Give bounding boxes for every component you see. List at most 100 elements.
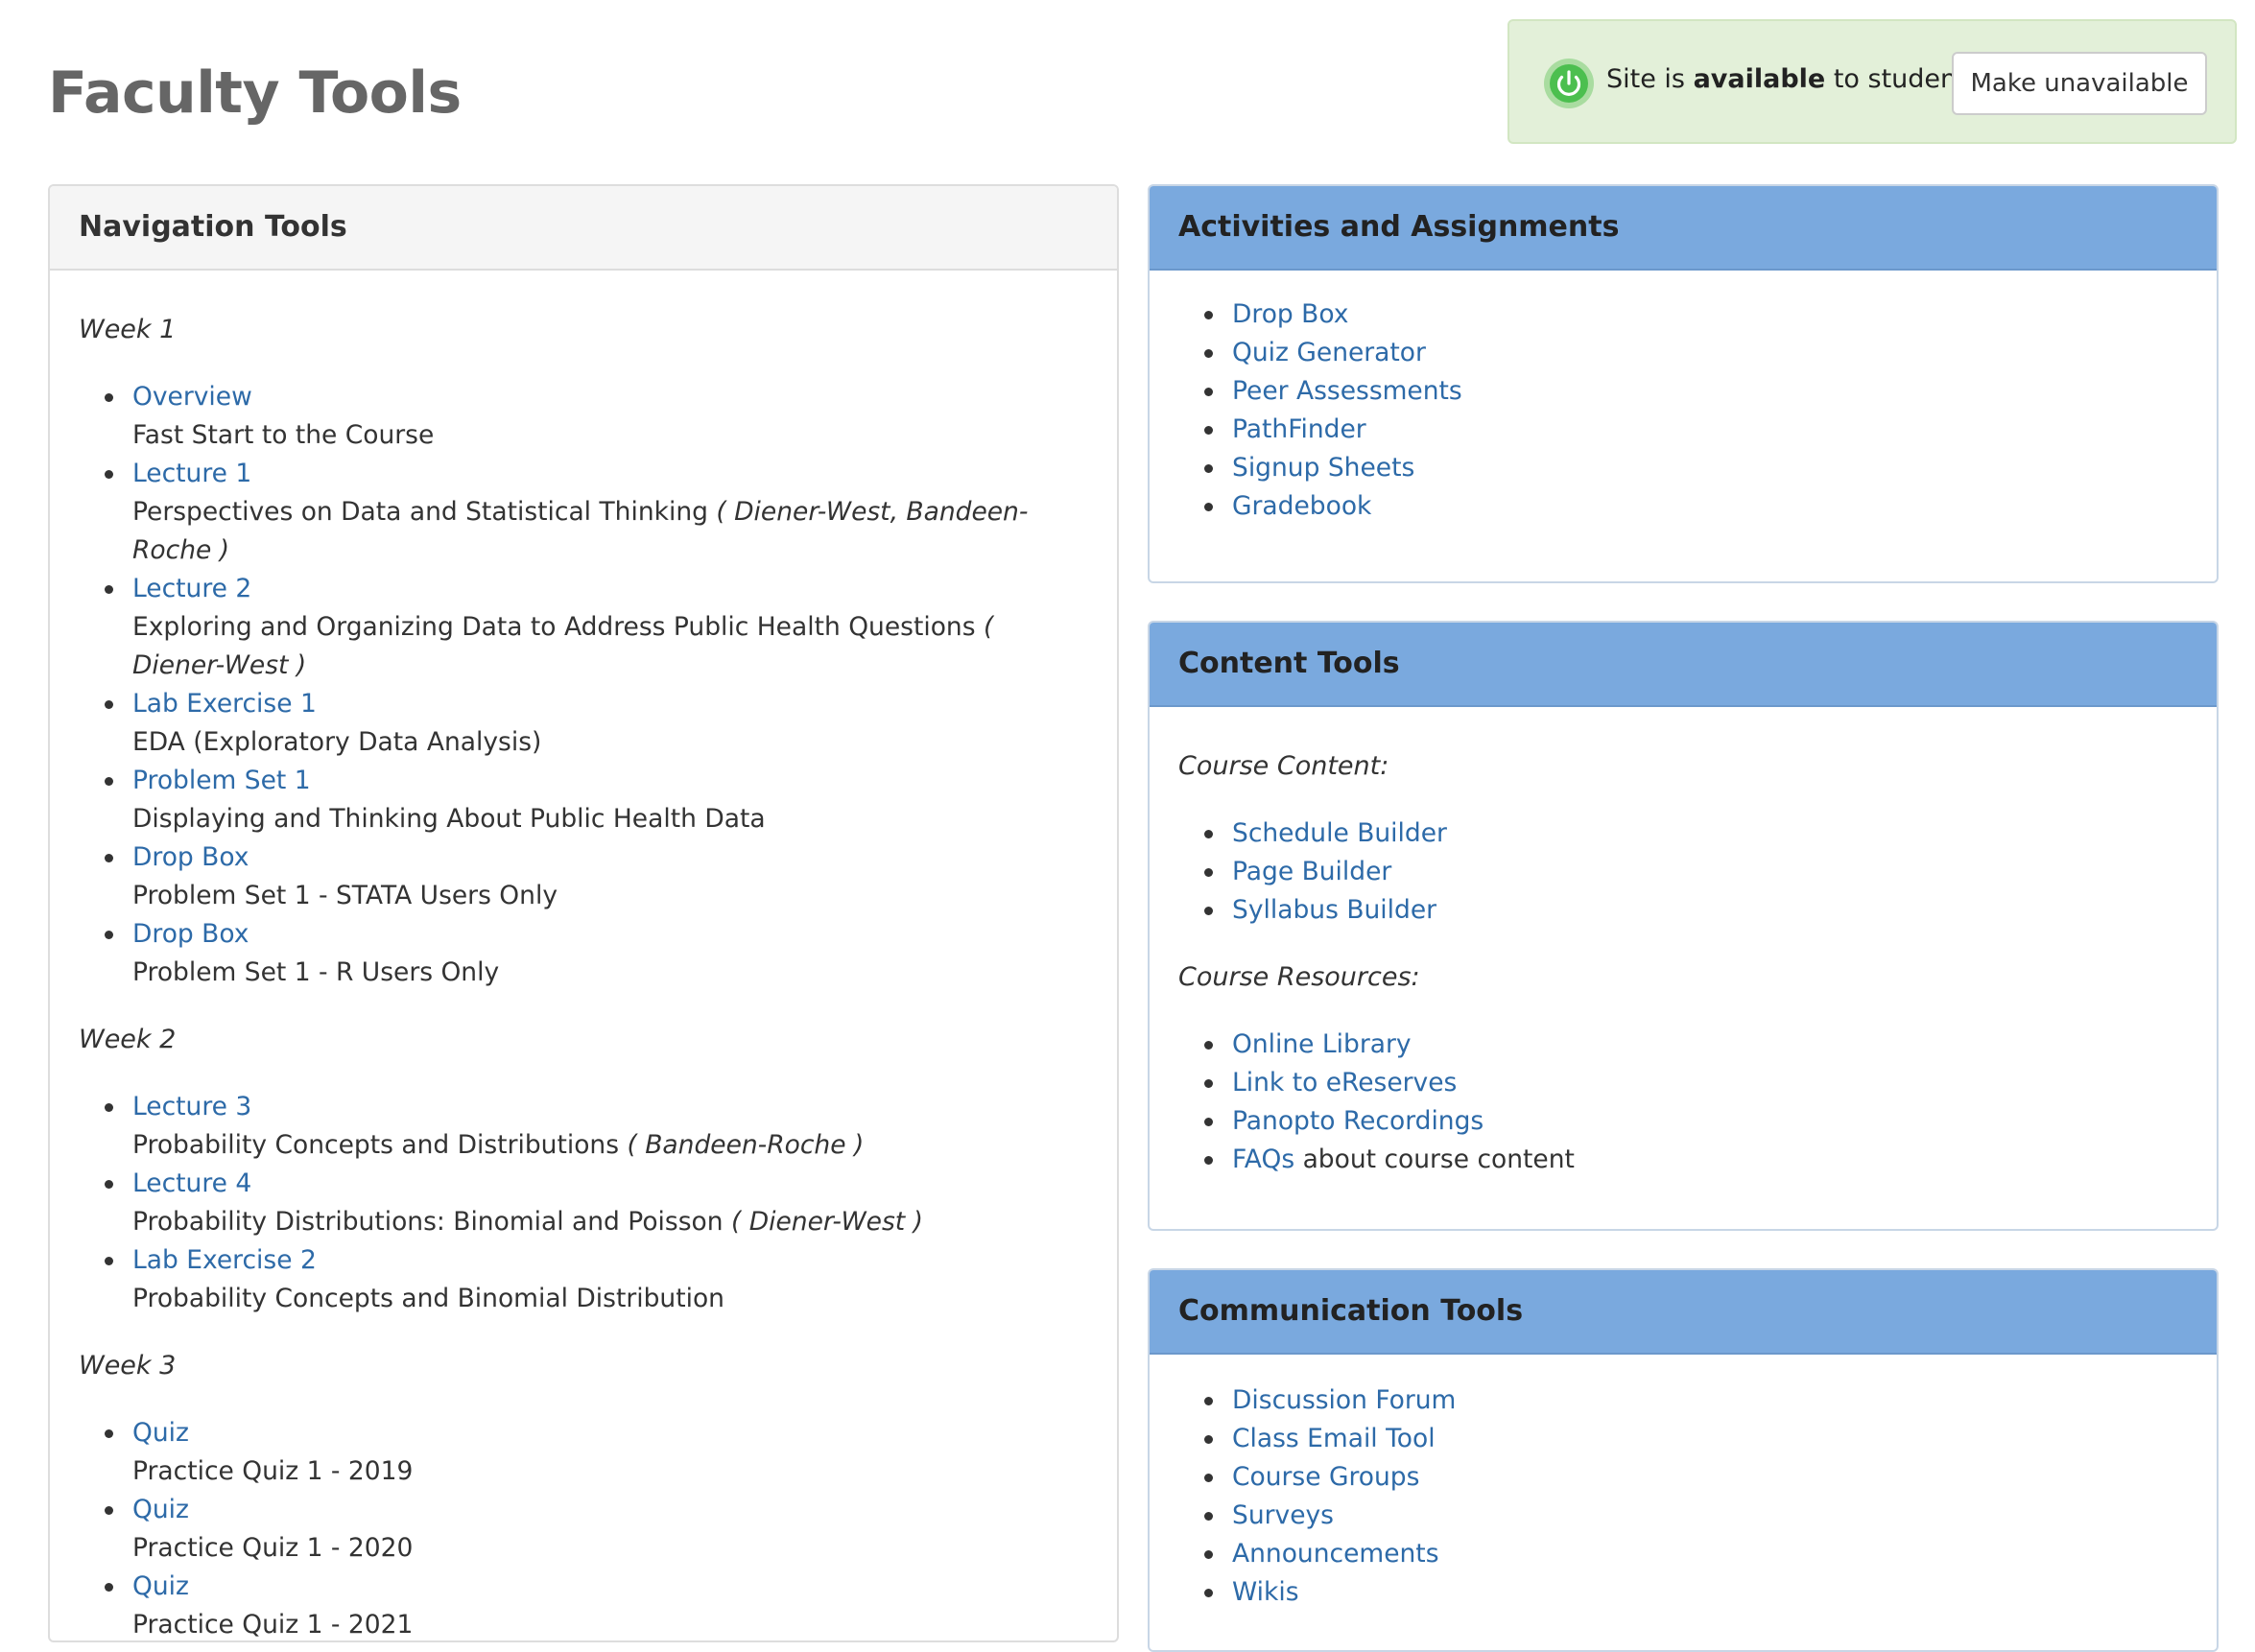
list-item: Overview Fast Start to the Course [105, 378, 1088, 455]
link-to-ereserves-link[interactable]: Link to eReserves [1232, 1068, 1457, 1097]
item-description: Displaying and Thinking About Public Hea… [132, 804, 766, 834]
drop-box-link[interactable]: Drop Box [1232, 299, 1348, 329]
communication-tools-panel: Communication Tools Discussion Forum Clas… [1148, 1268, 2219, 1652]
item-description: Probability Concepts and Distributions [132, 1130, 620, 1160]
announcements-link[interactable]: Announcements [1232, 1539, 1439, 1569]
activities-heading: Activities and Assignments [1150, 186, 2217, 271]
list-item: Drop Box [1204, 295, 2188, 334]
list-item: Class Email Tool [1204, 1420, 2188, 1458]
navigation-tools-body: Week 1 Overview Fast Start to the Course Le… [50, 311, 1117, 1640]
lecture-2-link[interactable]: Lecture 2 [132, 574, 251, 603]
wikis-link[interactable]: Wikis [1232, 1577, 1299, 1607]
lab-exercise-1-link[interactable]: Lab Exercise 1 [132, 689, 317, 719]
faq-list: FAQs about course content [1178, 1141, 2188, 1179]
list-item: Drop Box Problem Set 1 - STATA Users Only [105, 838, 1088, 915]
pathfinder-link[interactable]: PathFinder [1232, 414, 1366, 444]
week-item-list: Quiz Practice Quiz 1 - 2019 Quiz Practice Q… [79, 1414, 1088, 1640]
list-item: Drop Box Problem Set 1 - R Users Only [105, 915, 1088, 992]
list-item: PathFinder [1204, 411, 2188, 449]
list-item: Peer Assessments [1204, 372, 2188, 411]
lab-exercise-2-link[interactable]: Lab Exercise 2 [132, 1245, 317, 1275]
communication-tools-body: Discussion Forum Class Email Tool Course G… [1150, 1355, 2217, 1612]
item-authors: ( Diener-West ) [730, 1207, 923, 1237]
list-item: Page Builder [1204, 853, 2188, 891]
list-item: Quiz Practice Quiz 1 - 2021 [105, 1568, 1088, 1640]
item-description: Problem Set 1 - STATA Users Only [132, 881, 558, 910]
drop-box-link[interactable]: Drop Box [132, 919, 249, 949]
item-description: Probability Distributions: Binomial and … [132, 1207, 724, 1237]
quiz-link[interactable]: Quiz [132, 1571, 189, 1601]
week-label: Week 2 [79, 1025, 177, 1054]
faqs-link[interactable]: FAQs [1232, 1145, 1294, 1174]
class-email-tool-link[interactable]: Class Email Tool [1232, 1424, 1436, 1453]
availability-status: available [1693, 64, 1826, 94]
communication-tools-heading: Communication Tools [1150, 1270, 2217, 1355]
list-item: Course Groups [1204, 1458, 2188, 1497]
problem-set-1-link[interactable]: Problem Set 1 [132, 766, 311, 795]
item-description: Practice Quiz 1 - 2020 [132, 1533, 414, 1563]
content-tools-heading: Content Tools [1150, 623, 2217, 707]
list-item: Lecture 2 Exploring and Organizing Data t… [105, 570, 1088, 685]
communication-list: Discussion Forum Class Email Tool Course G… [1178, 1381, 2188, 1612]
list-item: Online Library [1204, 1026, 2188, 1064]
content-tools-panel: Content Tools Course Content: Schedule B… [1148, 621, 2219, 1231]
list-item: Wikis [1204, 1573, 2188, 1612]
item-description: Practice Quiz 1 - 2019 [132, 1456, 414, 1486]
lecture-4-link[interactable]: Lecture 4 [132, 1168, 251, 1198]
power-icon [1544, 59, 1594, 108]
signup-sheets-link[interactable]: Signup Sheets [1232, 453, 1414, 483]
item-description: EDA (Exploratory Data Analysis) [132, 727, 542, 757]
item-description: Practice Quiz 1 - 2021 [132, 1610, 414, 1640]
overview-link[interactable]: Overview [132, 382, 252, 412]
drop-box-link[interactable]: Drop Box [132, 842, 249, 872]
navigation-tools-panel: Navigation Tools Week 1 Overview Fast Star… [48, 184, 1119, 1642]
activities-body: Drop Box Quiz Generator Peer Assessments Pa… [1150, 271, 2217, 526]
lecture-3-link[interactable]: Lecture 3 [132, 1092, 251, 1121]
availability-banner: Site is available to students. Make unav… [1507, 19, 2237, 144]
list-item: Problem Set 1 Displaying and Thinking Abo… [105, 762, 1088, 838]
item-description: Perspectives on Data and Statistical Thi… [132, 497, 708, 527]
week-label: Week 3 [79, 1351, 177, 1381]
list-item: Surveys [1204, 1497, 2188, 1535]
list-item: Signup Sheets [1204, 449, 2188, 487]
list-item: Announcements [1204, 1535, 2188, 1573]
course-resources-label: Course Resources: [1178, 962, 1420, 992]
list-item: Gradebook [1204, 487, 2188, 526]
item-authors: ( Bandeen-Roche ) [627, 1130, 865, 1160]
course-resources-list: Online Library Link to eReserves Panopto R… [1178, 1026, 2188, 1141]
faqs-text: about course content [1294, 1145, 1575, 1174]
availability-prefix: Site is [1606, 64, 1694, 94]
syllabus-builder-link[interactable]: Syllabus Builder [1232, 895, 1436, 925]
online-library-link[interactable]: Online Library [1232, 1029, 1412, 1059]
list-item: Quiz Practice Quiz 1 - 2020 [105, 1491, 1088, 1568]
week-label: Week 1 [79, 315, 177, 344]
gradebook-link[interactable]: Gradebook [1232, 491, 1371, 521]
lecture-1-link[interactable]: Lecture 1 [132, 459, 251, 488]
peer-assessments-link[interactable]: Peer Assessments [1232, 376, 1462, 406]
navigation-tools-heading: Navigation Tools [50, 186, 1117, 271]
schedule-builder-link[interactable]: Schedule Builder [1232, 818, 1447, 848]
page-title: Faculty Tools [48, 59, 462, 127]
make-unavailable-button[interactable]: Make unavailable [1952, 52, 2207, 115]
list-item: Lecture 3 Probability Concepts and Distri… [105, 1088, 1088, 1165]
item-description: Problem Set 1 - R Users Only [132, 957, 500, 987]
list-item: Lab Exercise 2 Probability Concepts and B… [105, 1241, 1088, 1318]
quiz-link[interactable]: Quiz [132, 1495, 189, 1524]
list-item: Quiz Practice Quiz 1 - 2019 [105, 1414, 1088, 1491]
week-item-list: Overview Fast Start to the Course Lecture … [79, 378, 1088, 992]
item-description: Probability Concepts and Binomial Distri… [132, 1284, 724, 1313]
quiz-link[interactable]: Quiz [132, 1418, 189, 1448]
panopto-recordings-link[interactable]: Panopto Recordings [1232, 1106, 1484, 1136]
activities-list: Drop Box Quiz Generator Peer Assessments Pa… [1178, 295, 2188, 526]
surveys-link[interactable]: Surveys [1232, 1500, 1334, 1530]
page-builder-link[interactable]: Page Builder [1232, 857, 1391, 886]
list-item: Quiz Generator [1204, 334, 2188, 372]
list-item: Lab Exercise 1 EDA (Exploratory Data Anal… [105, 685, 1088, 762]
discussion-forum-link[interactable]: Discussion Forum [1232, 1385, 1456, 1415]
availability-status-text: Site is available to students. [1606, 64, 1988, 94]
course-content-list: Schedule Builder Page Builder Syllabus Bui… [1178, 814, 2188, 930]
course-groups-link[interactable]: Course Groups [1232, 1462, 1419, 1492]
quiz-generator-link[interactable]: Quiz Generator [1232, 338, 1426, 367]
list-item: Syllabus Builder [1204, 891, 2188, 930]
item-description: Exploring and Organizing Data to Address… [132, 612, 976, 642]
